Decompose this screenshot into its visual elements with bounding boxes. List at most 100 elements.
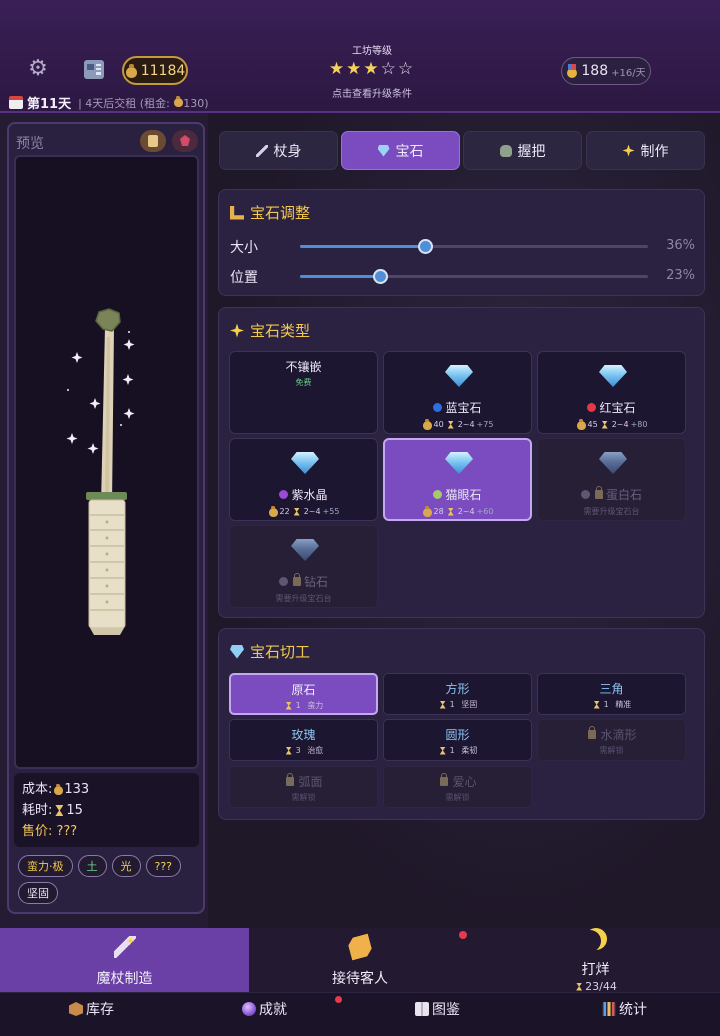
section-title: 宝石调整	[230, 202, 310, 223]
diamond-icon	[599, 452, 627, 474]
cut-meta: 需解锁	[538, 745, 685, 756]
price-label: 售价: ???	[22, 824, 78, 839]
gem-cost: 22	[279, 507, 290, 516]
nav-customers[interactable]: 接待客人	[249, 928, 471, 992]
moon-icon	[585, 928, 607, 950]
gem-bonus: +55	[322, 507, 340, 516]
gem-option-cats-eye[interactable]: 猫眼石 28 2~4 +60	[383, 438, 532, 521]
cut-option-round[interactable]: 圆形 1 柔韧	[383, 719, 532, 761]
calendar-icon	[9, 96, 23, 109]
cut-meta: 1 精准	[538, 699, 685, 710]
settings-gear-icon[interactable]: ⚙	[27, 58, 49, 80]
wand-handle	[88, 499, 126, 629]
money-bag-icon	[268, 506, 278, 517]
scroll-icon[interactable]	[140, 130, 166, 152]
gem-name-row: 猫眼石	[385, 486, 530, 503]
diamond-icon	[291, 539, 319, 561]
reputation-counter: 188 +16/天	[561, 57, 651, 85]
gem-option-ruby[interactable]: 红宝石 45 2~4 +80	[537, 351, 686, 434]
nav-inventory[interactable]: 库存	[69, 999, 114, 1019]
diamond-icon	[445, 452, 473, 474]
preview-panel: 预览 成本: 133 耗时: 15 售价: ??? 蛮力·极 土 光 ??? 坚…	[7, 122, 205, 914]
rent-text: | 4天后交租 (租金:	[78, 96, 174, 110]
position-track[interactable]	[300, 269, 648, 284]
tab-staff[interactable]: 杖身	[219, 131, 338, 170]
color-dot	[580, 490, 590, 499]
book-icon	[415, 1002, 429, 1016]
color-dot	[279, 490, 289, 499]
gem-option-none[interactable]: 不镶嵌 免费	[229, 351, 378, 434]
newspaper-icon[interactable]	[84, 60, 104, 79]
cut-meta: 需解锁	[230, 792, 377, 803]
tab-label: 宝石	[395, 143, 424, 160]
hourglass-icon	[447, 420, 454, 429]
medal-icon	[566, 64, 578, 78]
tab-gem[interactable]: 宝石	[341, 131, 460, 170]
nav-stats[interactable]: 统计	[602, 999, 647, 1019]
cost-label: 成本:	[22, 782, 53, 797]
gem-toggle-icon[interactable]	[172, 130, 198, 152]
size-slider[interactable]: 大小 36%	[230, 235, 695, 257]
cut-option-raw[interactable]: 原石 1 蛮力	[229, 673, 378, 715]
cut-effect: 治愈	[307, 746, 324, 755]
position-value: 23%	[666, 268, 695, 283]
tab-grip[interactable]: 握把	[463, 131, 582, 170]
position-label: 位置	[230, 270, 258, 286]
cut-option-rose[interactable]: 玫瑰 3 治愈	[229, 719, 378, 761]
gem-option-sapphire[interactable]: 蓝宝石 40 2~4 +75	[383, 351, 532, 434]
bar-chart-icon	[602, 1002, 616, 1016]
hourglass-icon	[439, 746, 446, 755]
cut-time: 3	[295, 746, 301, 755]
lock-hint: 需要升级宝石台	[275, 594, 332, 603]
gem-bonus: +60	[476, 507, 494, 516]
sparkles	[66, 331, 135, 454]
lock-icon	[588, 726, 597, 739]
gem-option-amethyst[interactable]: 紫水晶 22 2~4 +55	[229, 438, 378, 521]
money-bag-icon	[422, 419, 432, 430]
cut-meta: 1 坚固	[384, 699, 531, 710]
cut-option-square[interactable]: 方形 1 坚固	[383, 673, 532, 715]
size-handle[interactable]	[418, 239, 434, 254]
nav-label: 魔杖制造	[96, 971, 153, 987]
size-track[interactable]	[300, 239, 648, 254]
hourglass-icon	[285, 746, 292, 755]
nav-achievements[interactable]: 成就	[242, 999, 287, 1019]
size-label: 大小	[230, 240, 258, 256]
gem-none-free: 免费	[295, 378, 312, 387]
cut-option-triangle[interactable]: 三角 1 精准	[537, 673, 686, 715]
reputation-rate: +16/天	[611, 67, 646, 79]
gem-meta: 28 2~4 +60	[385, 506, 530, 517]
hourglass-icon	[601, 420, 608, 429]
wand-preview	[14, 155, 199, 769]
section-title: 宝石类型	[230, 320, 310, 341]
price-row: 售价: ???	[22, 821, 191, 842]
cut-name: 圆形	[445, 728, 470, 742]
gem-option-opal-locked: 蛋白石 需要升级宝石台	[537, 438, 686, 521]
workshop-stars: ★★★☆☆	[300, 59, 444, 79]
gem-cost: 40	[433, 420, 444, 429]
nav-close-shop[interactable]: 打烊 23/44	[471, 928, 720, 993]
nav-codex[interactable]: 图鉴	[415, 999, 460, 1019]
cut-option-heart-locked: 爱心 需解锁	[383, 766, 532, 808]
hourglass-icon	[285, 701, 292, 710]
unlock-hint: 需解锁	[445, 793, 470, 802]
lock-icon	[440, 773, 449, 786]
cut-effect: 精准	[615, 700, 632, 709]
position-handle[interactable]	[373, 269, 389, 284]
hourglass-icon	[576, 982, 583, 991]
diamond-icon	[599, 365, 627, 387]
day-counter: 第11天	[27, 97, 72, 112]
cut-name-row: 水滴形	[538, 726, 685, 743]
nav-wand-crafting[interactable]: 魔杖制造	[0, 928, 249, 992]
tab-craft[interactable]: 制作	[586, 131, 705, 170]
gem-name: 蓝宝石	[445, 401, 482, 415]
unlock-hint: 需解锁	[599, 746, 624, 755]
gem-time: 2~4	[457, 507, 475, 516]
cut-time: 1	[449, 700, 455, 709]
workshop-level[interactable]: 工坊等级 ★★★☆☆ 点击查看升级条件	[300, 42, 444, 100]
time-row: 耗时: 15	[22, 800, 191, 821]
position-slider[interactable]: 位置 23%	[230, 265, 695, 287]
cut-meta: 1 柔韧	[384, 745, 531, 756]
trait-tag: ???	[145, 855, 182, 877]
notification-dot	[459, 931, 467, 939]
